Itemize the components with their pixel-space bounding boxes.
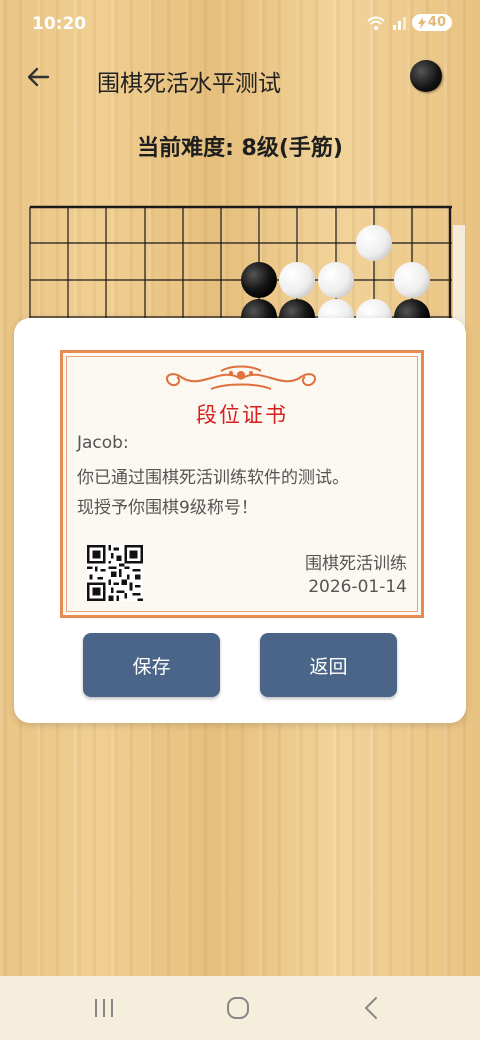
status-bar: 10:20 40 (0, 0, 480, 48)
black-stone-icon[interactable] (410, 60, 442, 92)
white-stone (356, 225, 392, 261)
certificate-issuer: 围棋死活训练 (305, 554, 407, 574)
back-icon (365, 997, 377, 1019)
go-board-grid (29, 205, 465, 330)
back-button[interactable] (24, 62, 54, 92)
status-icons: 40 (366, 14, 452, 31)
signal-icon (392, 16, 406, 30)
app-header: 围棋死活水平测试 (0, 52, 480, 108)
page-title: 围棋死活水平测试 (97, 71, 281, 97)
recents-icon (95, 999, 113, 1017)
certificate-recipient: Jacob: (77, 433, 129, 453)
nav-back-button[interactable] (356, 992, 388, 1024)
battery-level: 40 (427, 15, 446, 30)
return-button[interactable]: 返回 (260, 633, 397, 697)
recents-button[interactable] (88, 992, 120, 1024)
home-button[interactable] (222, 992, 254, 1024)
difficulty-label: 当前难度: 8级(手筋) (137, 136, 343, 161)
black-stone (241, 262, 277, 298)
system-nav-bar (0, 976, 480, 1040)
white-stone (279, 262, 315, 298)
ornament-flourish-icon (165, 365, 317, 390)
certificate-line-2: 现授予你围棋9级称号！ (77, 498, 258, 518)
save-button[interactable]: 保存 (83, 633, 220, 697)
wifi-icon (367, 16, 385, 30)
certificate-date: 2026-01-14 (308, 577, 407, 597)
certificate-title: 段位证书 (196, 403, 288, 427)
certificate-dialog: 段位证书 Jacob: 你已通过围棋死活训练软件的测试。 现授予你围棋9级称号！ (14, 318, 466, 723)
charging-icon (417, 16, 426, 29)
arrow-left-icon (27, 67, 50, 87)
go-board[interactable] (0, 200, 480, 330)
battery-indicator: 40 (411, 14, 452, 31)
status-time: 10:20 (32, 14, 87, 34)
certificate: 段位证书 Jacob: 你已通过围棋死活训练软件的测试。 现授予你围棋9级称号！ (60, 350, 424, 618)
white-stone (394, 262, 430, 298)
white-stone (318, 262, 354, 298)
home-icon (227, 997, 249, 1019)
qr-code-icon (87, 545, 143, 601)
certificate-line-1: 你已通过围棋死活训练软件的测试。 (77, 468, 349, 488)
